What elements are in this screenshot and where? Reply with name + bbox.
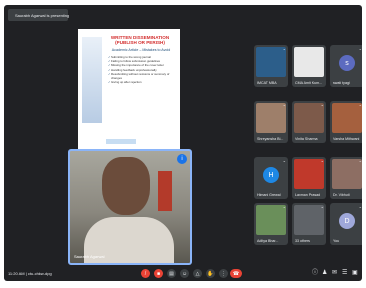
background-object [158,171,172,211]
meeting-code: ctu-chkw-dpg [27,271,52,276]
mic-muted-icon: ⌄ [320,102,324,107]
raise-hand-button[interactable]: ✋ [206,269,215,278]
participant-name: Dr. Vibhuti [333,193,350,197]
slide-subtitle: Academic Article – Mistakes to Avoid [111,48,171,52]
people-icon[interactable]: ♟ [322,270,327,276]
participant-tile[interactable]: ⌄ Vinita Sharma [292,101,326,143]
participant-photo [294,205,324,235]
participant-photo [332,103,362,133]
mic-muted-icon: ⌄ [320,204,324,209]
meeting-window: Saurabh Agarwal is presenting WRITTEN DI… [4,5,362,281]
mic-muted-icon: ⌄ [282,46,286,51]
camera-off-button[interactable]: ■ [154,269,163,278]
participant-tile[interactable]: ⌄ Laxman Prasad [292,157,326,199]
slide-title: WRITTEN DISSEMINATION (PUBLISH OR PERISH… [110,35,170,45]
emoji-icon: ☺ [181,270,188,277]
mic-muted-icon: ⌄ [358,158,362,163]
more-options-icon: ⋮ [221,270,226,277]
participant-tile[interactable]: ⌄ Aditya Bhar... [254,203,288,245]
mic-muted-icon: ⌄ [320,46,324,51]
bottom-bar: 11:20 AM | ctu-chkw-dpg ̸ ■ ▤ ☺ △ ✋ ⋮ ☎ ⓘ ♟ ✉ ☰ ▣ [4,267,362,281]
mic-muted-icon: ⌄ [282,204,286,209]
mic-off-button[interactable]: ̸ [141,269,150,278]
participant-photo [256,205,286,235]
info-icon[interactable]: ⓘ [312,270,318,276]
participant-tile[interactable]: ⌄ Shreyansha Bi... [254,101,288,143]
participant-name: Himani Grewal [257,193,281,197]
mic-muted-icon: ⌄ [358,46,362,51]
participant-name: Varsha Mithwani [333,137,360,141]
participant-tile[interactable]: ⌄ IMCAT MBA [254,45,288,87]
end-call-button[interactable]: ☎ [230,269,242,278]
chat-icon[interactable]: ✉ [332,270,337,276]
speaking-badge-icon: i [177,154,187,164]
present-button[interactable]: △ [193,269,202,278]
participant-name: IMCAT MBA [257,81,277,85]
participant-name: CMA Amit Kum... [295,81,323,85]
presenter-head [102,157,150,215]
presenter-camera-tile[interactable]: i Saurabh Agarwal [68,149,192,265]
participant-name: Aditya Bhar... [257,239,279,243]
participant-photo [256,103,286,133]
activities-icon[interactable]: ☰ [342,270,347,276]
avatar: D [339,213,355,229]
mic-muted-icon: ⌄ [282,158,286,163]
emoji-button[interactable]: ☺ [180,269,189,278]
participant-photo [294,159,324,189]
participant-name: You [333,239,340,243]
slide-footer-bar [106,139,136,144]
presenter-name: Saurabh Agarwal [74,254,105,259]
camera-off-icon: ■ [156,270,161,277]
participant-name: 33 others [295,239,310,243]
present-icon: △ [195,270,200,277]
participant-name: Vinita Sharma [295,137,318,141]
slide-image [82,37,102,123]
presenting-label: Saurabh Agarwal is presenting [15,12,70,18]
slide-bullet: Giving up after rejection [108,80,176,84]
mic-muted-icon: ⌄ [320,158,324,163]
avatar: s [339,55,355,71]
participant-photo [294,47,324,77]
end-call-icon: ☎ [232,270,240,277]
mic-muted-icon: ⌄ [282,102,286,107]
meeting-time: 11:20 AM [8,271,25,276]
meeting-time-and-code: 11:20 AM | ctu-chkw-dpg [8,271,52,276]
lock-icon[interactable]: ▣ [352,270,358,276]
mic-muted-icon: ⌄ [358,204,362,209]
captions-button[interactable]: ▤ [167,269,176,278]
participant-photo [294,103,324,133]
presenting-chip[interactable]: Saurabh Agarwal is presenting [8,9,70,21]
participant-name: swati tyagi [333,81,350,85]
slide-bullet: Resubmitting without revisions or summar… [108,72,176,80]
participant-tile[interactable]: s ⌄ swati tyagi [330,45,362,87]
participant-tile[interactable]: D ⌄ You [330,203,362,245]
participant-photo [332,159,362,189]
participant-name: Shreyansha Bi... [257,137,284,141]
participant-photo [256,47,286,77]
more-options-button[interactable]: ⋮ [219,269,228,278]
participant-tile[interactable]: ⌄ Varsha Mithwani [330,101,362,143]
participant-name: Laxman Prasad [295,193,321,197]
top-bar: Saurabh Agarwal is presenting [4,5,362,25]
captions-icon: ▤ [169,270,174,277]
avatar: H [263,167,279,183]
participant-tile[interactable]: ⌄ 33 others [292,203,326,245]
participant-tile[interactable]: ⌄ Dr. Vibhuti [330,157,362,199]
slide-bullet-list: Submitting to the wrong journal Failing … [108,55,176,85]
raise-hand-icon: ✋ [207,270,214,277]
mic-muted-icon: ⌄ [358,102,362,107]
participant-tile[interactable]: H ⌄ Himani Grewal [254,157,288,199]
shared-slide: WRITTEN DISSEMINATION (PUBLISH OR PERISH… [78,29,180,149]
participant-tile[interactable]: ⌄ CMA Amit Kum... [292,45,326,87]
separator: | [25,271,27,276]
